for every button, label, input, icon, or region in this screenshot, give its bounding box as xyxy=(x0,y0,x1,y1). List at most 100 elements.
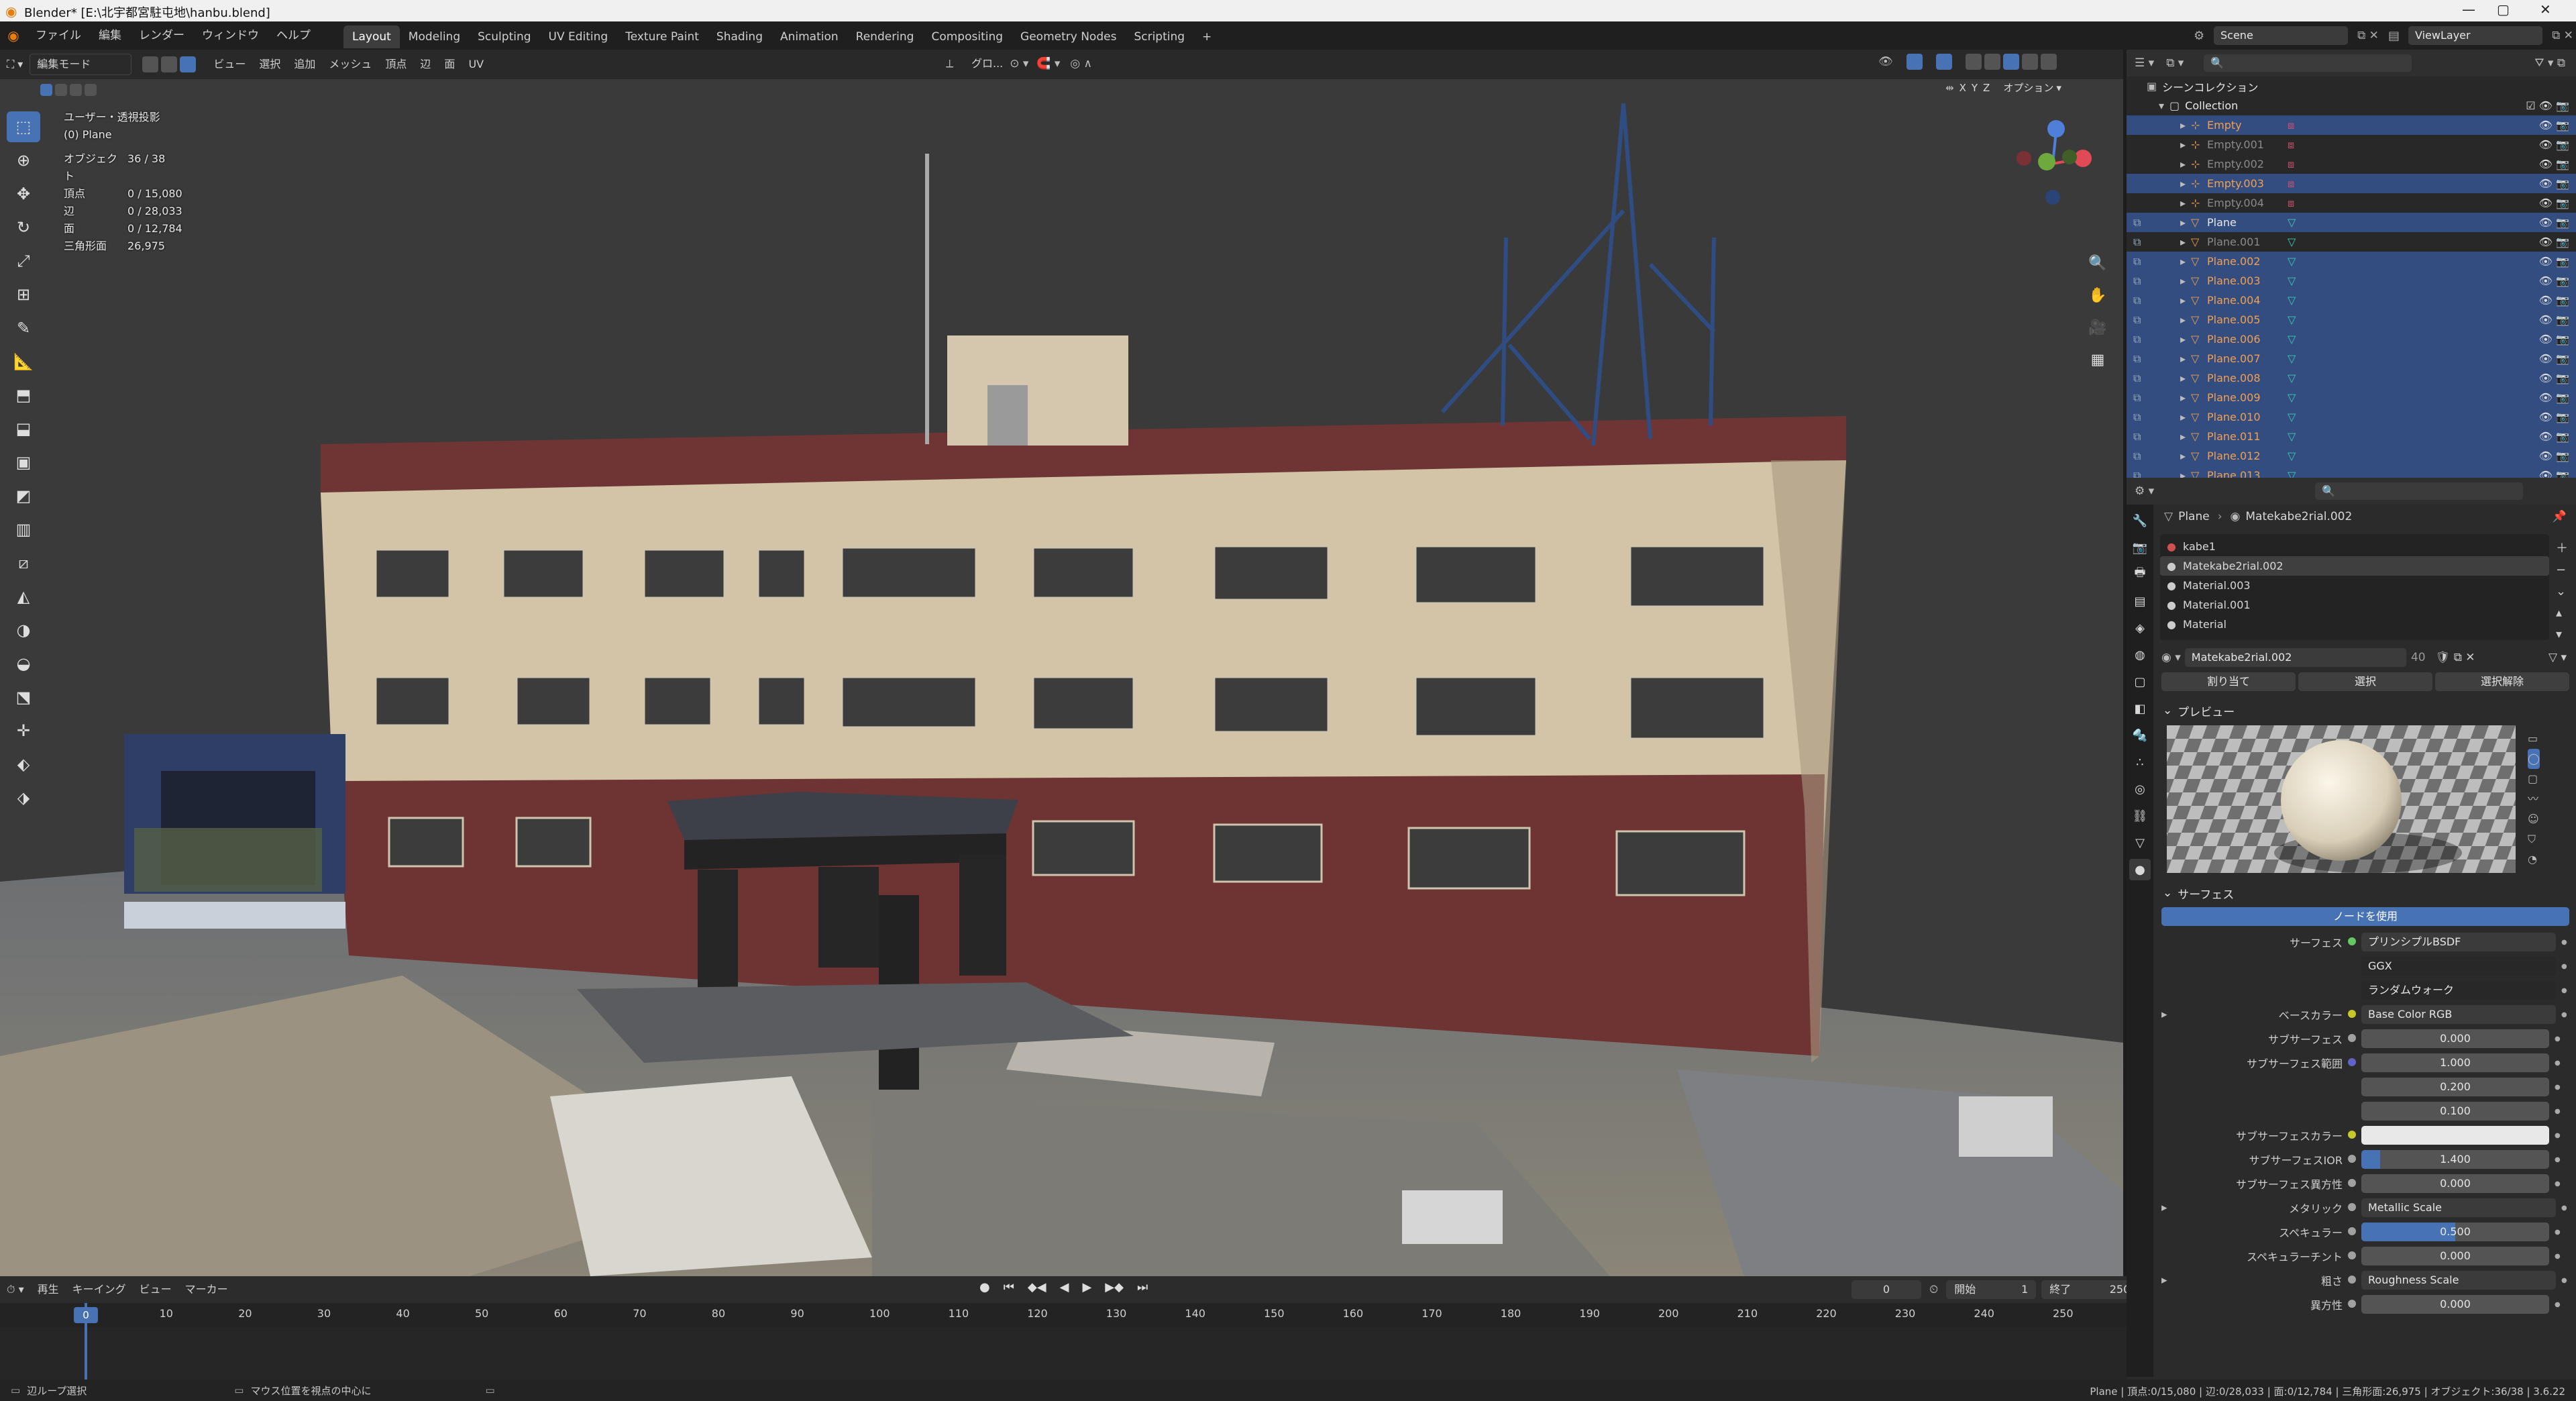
pivot-icon[interactable]: ⊙ ▾ xyxy=(1010,57,1036,70)
preview-fluid-icon[interactable]: ◔ xyxy=(2528,849,2540,870)
preview-sphere-icon[interactable]: ◯ xyxy=(2528,749,2540,769)
annotate-tool-icon[interactable]: ✎ xyxy=(7,313,40,344)
linked-node-field[interactable]: Base Color RGB xyxy=(2361,1005,2556,1024)
number-field[interactable]: 0.100 xyxy=(2361,1102,2549,1121)
expand-icon[interactable]: ▸ xyxy=(2180,391,2191,404)
edge-slide-tool-icon[interactable]: ⬔ xyxy=(7,682,40,713)
tab-uv-editing[interactable]: UV Editing xyxy=(540,25,617,48)
outliner-row[interactable]: ▸ ⊹ Empty.003 ⧈ 👁 📷 xyxy=(2127,174,2576,193)
expand-icon[interactable]: ▸ xyxy=(2180,177,2191,190)
properties-editor[interactable]: ⚙ ▾ 🔍 🔧 📷 🖶 ▤ ◈ ◍ ▢ ◧ 🔩 ∴ ◎ ⛓ ▽ ● ▽ Plan… xyxy=(2127,478,2576,1380)
visibility-icons[interactable]: 👁 📷 xyxy=(2539,333,2569,346)
particles-tab-icon[interactable]: ∴ xyxy=(2129,751,2151,773)
expand-icon[interactable]: ▸ xyxy=(2180,158,2191,170)
outliner-row[interactable]: ⧉ ▸ ▽ Plane.007 ▽ 👁 📷 xyxy=(2127,349,2576,368)
menu-select[interactable]: 選択 xyxy=(252,54,287,74)
close-button[interactable]: ✕ xyxy=(2540,1,2551,17)
outliner-row[interactable]: ⧉ ▸ ▽ Plane.002 ▽ 👁 📷 xyxy=(2127,252,2576,271)
menu-playback[interactable]: 再生 xyxy=(31,1280,66,1300)
preview-panel-header[interactable]: ⌄ プレビュー xyxy=(2157,701,2573,721)
select-box-tool-icon[interactable]: ⬚ xyxy=(7,111,40,142)
knife-tool-icon[interactable]: ⧄ xyxy=(7,548,40,578)
editor-type-icon[interactable]: ⛶ ▾ xyxy=(0,54,30,74)
number-field[interactable]: 1.000 xyxy=(2361,1053,2549,1072)
outliner-row[interactable]: ▸ ⊹ Empty.001 ⧈ 👁 📷 xyxy=(2127,135,2576,154)
keyframe-dot-icon[interactable]: ● xyxy=(2555,1180,2561,1188)
shrink-tool-icon[interactable]: ✛ xyxy=(7,715,40,746)
outliner-row[interactable]: ▸ ⊹ Empty.004 ⧈ 👁 📷 xyxy=(2127,193,2576,213)
transform-tool-icon[interactable]: ⊞ xyxy=(7,279,40,310)
menu-face[interactable]: 面 xyxy=(437,54,462,74)
shading-rendered-icon[interactable] xyxy=(2041,54,2057,70)
pan-hand-icon[interactable]: ✋ xyxy=(2084,282,2111,309)
edit-mode-toggle-icon[interactable]: ⧉ xyxy=(2133,294,2147,307)
tab-geometry-nodes[interactable]: Geometry Nodes xyxy=(1012,25,1125,48)
edit-mode-toggle-icon[interactable]: ⧉ xyxy=(2133,216,2147,229)
menu-uv[interactable]: UV xyxy=(462,54,490,74)
keyframe-dot-icon[interactable]: ● xyxy=(2561,963,2567,970)
outliner-row[interactable]: ⧉ ▸ ▽ Plane.005 ▽ 👁 📷 xyxy=(2127,310,2576,329)
material-link-icon[interactable]: ▽ ▾ xyxy=(2548,651,2567,664)
minimize-button[interactable]: — xyxy=(2462,1,2475,17)
smooth-tool-icon[interactable]: ◒ xyxy=(7,648,40,679)
surface-panel-header[interactable]: ⌄ サーフェス xyxy=(2157,883,2573,903)
socket-dot-icon[interactable] xyxy=(2343,1177,2361,1190)
expand-icon[interactable]: ▸ xyxy=(2180,216,2191,229)
expand-icon[interactable]: ▸ xyxy=(2180,119,2191,132)
outliner-scene-collection[interactable]: ▣ シーンコレクション xyxy=(2127,76,2576,96)
keyframe-dot-icon[interactable]: ● xyxy=(2555,1084,2561,1091)
number-field[interactable]: 0.000 xyxy=(2361,1295,2549,1314)
tab-texture-paint[interactable]: Texture Paint xyxy=(616,25,708,48)
socket-expand-icon[interactable]: ▸ xyxy=(2161,1201,2175,1214)
loop-cut-tool-icon[interactable]: ▥ xyxy=(7,514,40,545)
scene-selector[interactable]: Scene xyxy=(2214,26,2348,45)
tab-scripting[interactable]: Scripting xyxy=(1125,25,1193,48)
mode-selector[interactable]: 編集モード xyxy=(30,54,132,75)
outliner-row[interactable]: ⧉ ▸ ▽ Plane.003 ▽ 👁 📷 xyxy=(2127,271,2576,291)
record-icon[interactable]: ● xyxy=(979,1280,990,1294)
vertex-select-icon[interactable] xyxy=(142,56,159,72)
color-swatch[interactable] xyxy=(2361,1126,2549,1145)
add-slot-icon[interactable]: ＋ xyxy=(2556,538,2568,560)
outliner-row[interactable]: ⧉ ▸ ▽ Plane.011 ▽ 👁 📷 xyxy=(2127,427,2576,446)
expand-icon[interactable]: ▸ xyxy=(2180,236,2191,248)
filter-icon[interactable]: ⛛ ▾ ⧉ xyxy=(2534,56,2565,70)
expand-icon[interactable]: ▸ xyxy=(2180,255,2191,268)
visibility-icons[interactable]: 👁 📷 xyxy=(2539,411,2569,423)
inset-tool-icon[interactable]: ▣ xyxy=(7,447,40,478)
socket-dot-icon[interactable] xyxy=(2343,1032,2361,1045)
socket-dot-icon[interactable] xyxy=(2343,1298,2361,1311)
current-frame-field[interactable]: 0 xyxy=(1851,1280,1921,1299)
rotate-tool-icon[interactable]: ↻ xyxy=(7,212,40,243)
move-tool-icon[interactable]: ✥ xyxy=(7,178,40,209)
menu-render[interactable]: レンダー xyxy=(130,21,193,50)
extrude-tool-icon[interactable]: ⬓ xyxy=(7,413,40,444)
socket-dot-icon[interactable] xyxy=(2343,935,2361,949)
clock-icon[interactable]: ⏲ xyxy=(1929,1283,1938,1296)
spin-tool-icon[interactable]: ◑ xyxy=(7,615,40,645)
number-field[interactable]: 0.000 xyxy=(2361,1029,2549,1048)
menu-view[interactable]: ビュー xyxy=(207,54,252,74)
slider-field[interactable]: 1.400 xyxy=(2361,1150,2549,1169)
move-down-icon[interactable]: ▾ xyxy=(2556,624,2568,645)
tool-tab-icon[interactable]: 🔧 xyxy=(2129,510,2151,531)
expand-icon[interactable]: ▸ xyxy=(2180,411,2191,423)
outliner-collection[interactable]: ▾ ▢ Collection ☑ 👁 📷 xyxy=(2127,96,2576,115)
outliner-row[interactable]: ⧉ ▸ ▽ Plane.012 ▽ 👁 📷 xyxy=(2127,446,2576,466)
prev-keyframe-icon[interactable]: ◆◀ xyxy=(1028,1280,1046,1294)
tab-shading[interactable]: Shading xyxy=(708,25,771,48)
end-frame-field[interactable]: 終了 250 xyxy=(2041,1280,2139,1299)
edit-mode-toggle-icon[interactable]: ⧉ xyxy=(2133,450,2147,463)
dropdown-field[interactable]: GGX xyxy=(2361,957,2556,976)
3d-viewport[interactable]: ⛶ ▾ 編集モード ビュー 選択 追加 メッシュ 頂点 辺 面 UV ⟂ グロ.… xyxy=(0,50,2123,1276)
physics-tab-icon[interactable]: ◎ xyxy=(2129,778,2151,800)
cursor-tool-icon[interactable]: ⊕ xyxy=(7,145,40,176)
axis-z-toggle[interactable]: Z xyxy=(1983,82,1990,94)
material-browse-icon[interactable]: ◉ ▾ xyxy=(2161,651,2181,664)
menu-vertex[interactable]: 頂点 xyxy=(378,54,413,74)
visibility-icons[interactable]: 👁 📷 xyxy=(2539,430,2569,443)
edit-mode-toggle-icon[interactable]: ⧉ xyxy=(2133,255,2147,268)
material-slot-item[interactable]: ● kabe1 xyxy=(2160,537,2549,556)
add-cube-tool-icon[interactable]: ⬒ xyxy=(7,380,40,411)
preview-monkey-icon[interactable]: ☺ xyxy=(2528,809,2540,829)
